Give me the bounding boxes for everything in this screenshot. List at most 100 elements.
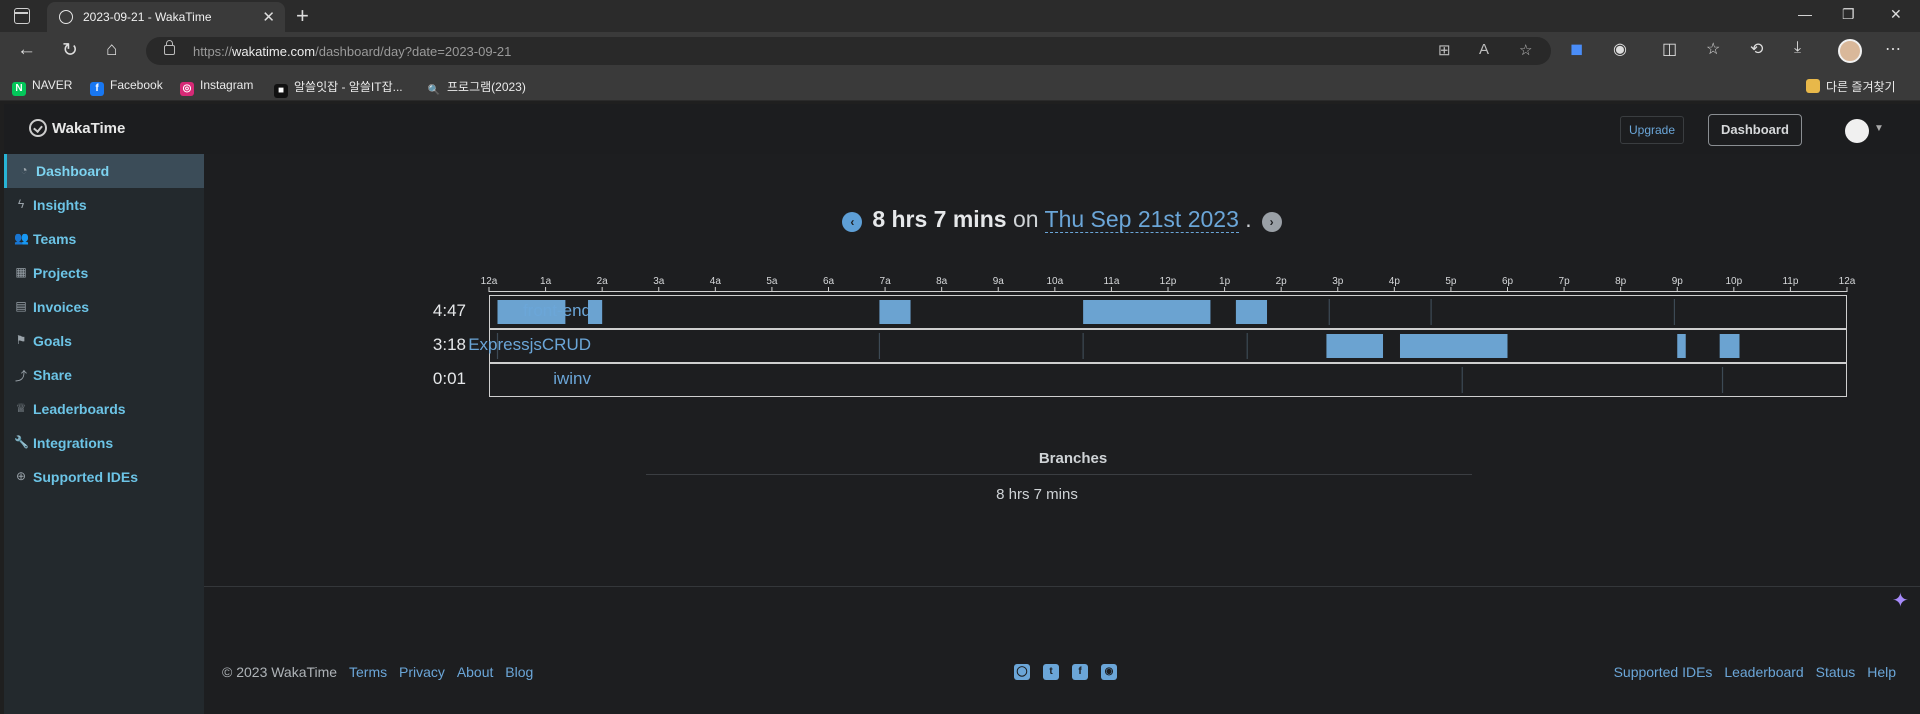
profile-avatar[interactable] [1838, 39, 1862, 63]
split-screen-icon[interactable]: ◫ [1662, 39, 1677, 59]
footer-link-status[interactable]: Status [1816, 664, 1856, 680]
history-icon[interactable]: ⟲ [1750, 39, 1763, 59]
trophy-icon: ♕ [15, 401, 27, 415]
top-navbar: WakaTime Upgrade Dashboard ▼ [4, 104, 1920, 154]
activity-bar [1399, 334, 1508, 358]
timeline-chart: 12a 1a 2a 3a 4a 5a 6a 7a 8a 9a 10a 11a 12p 1p 2p 3p 4p 5p… [481, 276, 1856, 397]
folder-icon [1806, 79, 1820, 93]
project-name-link[interactable]: iwinv [553, 369, 591, 389]
dashboard-button[interactable]: Dashboard [1708, 114, 1802, 146]
sidebar-item-invoices[interactable]: ▤ Invoices [4, 290, 204, 324]
back-icon[interactable]: ← [17, 39, 36, 61]
favorites-icon[interactable]: ☆ [1706, 39, 1720, 59]
footer-right: Supported IDEs Leaderboard Status Help [1606, 664, 1896, 680]
hour-label: 5p [1445, 276, 1457, 287]
footer-link-help[interactable]: Help [1867, 664, 1896, 680]
tab-actions-icon[interactable] [14, 8, 30, 24]
minimize-icon[interactable]: — [1798, 6, 1812, 22]
tab-close-icon[interactable]: ✕ [262, 8, 275, 26]
bookmarks-bar: N NAVER f Facebook ◎ Instagram ■ 알쓸잇잡 - 알쓸IT잡..… [0, 70, 1920, 101]
sparkle-icon[interactable]: ✦ [1892, 588, 1909, 613]
chevron-down-icon[interactable]: ▼ [1874, 123, 1884, 134]
footer-link-about[interactable]: About [457, 664, 494, 680]
lock-icon[interactable] [164, 40, 175, 55]
bookmark-item[interactable]: f Facebook [90, 78, 163, 96]
bookmark-item[interactable]: ■ 알쓸잇잡 - 알쓸IT잡... [274, 78, 403, 98]
sidebar-item-label: Teams [33, 231, 77, 247]
bookmark-label: Facebook [110, 78, 163, 92]
hour-label: 2p [1276, 276, 1288, 287]
other-bookmarks[interactable]: 다른 즐겨찾기 [1806, 78, 1896, 95]
sidebar-item-integrations[interactable]: 🔧 Integrations [4, 426, 204, 460]
browser-tab[interactable]: 2023-09-21 - WakaTime ✕ [47, 2, 285, 32]
more-menu-icon[interactable]: ⋯ [1885, 39, 1901, 59]
hour-label: 3p [1332, 276, 1344, 287]
facebook-icon: f [90, 82, 104, 96]
footer-link-supported-ides[interactable]: Supported IDEs [1614, 664, 1713, 680]
facebook-icon[interactable]: f [1072, 664, 1088, 680]
sidebar-item-label: Supported IDEs [33, 469, 139, 485]
bookmark-item[interactable]: N NAVER [12, 78, 72, 96]
sidebar-item-leaderboards[interactable]: ♕ Leaderboards [4, 392, 204, 426]
activity-bar [879, 300, 911, 324]
wakatime-page: WakaTime Upgrade Dashboard ▼ ◔ Dashboard ϟ… [4, 104, 1920, 714]
file-icon: ▤ [15, 299, 27, 313]
extension-icon[interactable]: ◼ [1570, 39, 1583, 59]
project-name-link[interactable]: ExpressjsCRUD [468, 335, 591, 355]
wakatime-logo-icon[interactable] [29, 119, 47, 137]
footer-link-privacy[interactable]: Privacy [399, 664, 445, 680]
timeline-row-frame [489, 363, 1847, 397]
sidebar-item-label: Goals [33, 333, 72, 349]
sidebar-item-projects[interactable]: ▦ Projects [4, 256, 204, 290]
sidebar-item-goals[interactable]: ⚑ Goals [4, 324, 204, 358]
hour-label: 7p [1559, 276, 1571, 287]
sidebar-item-label: Leaderboards [33, 401, 126, 417]
hour-label: 7a [880, 276, 892, 287]
window-close-icon[interactable]: ✕ [1890, 6, 1902, 23]
home-icon[interactable]: ⌂ [106, 39, 117, 61]
hour-label: 5a [766, 276, 778, 287]
sidebar-item-teams[interactable]: 👥 Teams [4, 222, 204, 256]
sidebar: ◔ Dashboard ϟ Insights 👥 Teams ▦ Projects ▤ Invoi… [4, 154, 204, 714]
bookmark-item[interactable]: ◎ Instagram [180, 78, 253, 96]
other-bookmarks-label: 다른 즐겨찾기 [1826, 80, 1896, 94]
sidebar-item-label: Dashboard [36, 163, 110, 179]
bookmark-label: NAVER [32, 78, 73, 92]
url-text[interactable]: https://wakatime.com/dashboard/day?date=… [193, 44, 511, 59]
footer-link-leaderboard[interactable]: Leaderboard [1724, 664, 1803, 680]
sidebar-item-share[interactable]: ⤴ Share [4, 358, 204, 392]
activity-bar [1235, 300, 1268, 324]
logo-text[interactable]: WakaTime [52, 120, 125, 137]
github-icon[interactable]: ◯ [1014, 664, 1030, 680]
footer-link-blog[interactable]: Blog [505, 664, 533, 680]
project-time: 4:47 [432, 301, 466, 320]
app-available-icon[interactable]: ⊞ [1438, 41, 1451, 59]
share-icon: ⤴ [14, 369, 27, 383]
twitter-icon[interactable]: t [1043, 664, 1059, 680]
sidebar-item-insights[interactable]: ϟ Insights [4, 188, 204, 222]
hour-label: 12a [481, 276, 498, 287]
address-bar[interactable]: https://wakatime.com/dashboard/day?date=… [146, 37, 1551, 65]
users-icon: 👥 [14, 231, 29, 245]
favorite-star-icon[interactable]: ☆ [1519, 41, 1532, 59]
browser-titlebar: 2023-09-21 - WakaTime ✕ + — ❐ ✕ [0, 0, 1920, 32]
sidebar-item-label: Share [33, 367, 72, 383]
reddit-icon[interactable]: ◉ [1101, 664, 1117, 680]
sidebar-item-supported-ides[interactable]: ⊕ Supported IDEs [4, 460, 204, 494]
extension-glasses-icon[interactable]: ◉ [1613, 39, 1627, 59]
sidebar-item-label: Projects [33, 265, 89, 281]
bookmark-item[interactable]: 🔍 프로그램(2023) [427, 78, 526, 98]
download-icon[interactable]: ⤓ [1794, 39, 1801, 57]
upgrade-button[interactable]: Upgrade [1620, 116, 1685, 144]
footer-link-terms[interactable]: Terms [349, 664, 387, 680]
new-tab-icon[interactable]: + [296, 3, 309, 29]
sidebar-item-dashboard[interactable]: ◔ Dashboard [4, 154, 204, 188]
user-avatar[interactable] [1845, 119, 1869, 143]
branches-divider [646, 474, 1472, 475]
refresh-icon[interactable]: ↻ [62, 39, 78, 62]
project-name-link[interactable]: front-end [523, 301, 591, 321]
hour-label: 8p [1615, 276, 1627, 287]
browser-toolbar: ← ↻ ⌂ https://wakatime.com/dashboard/day… [0, 32, 1920, 70]
read-aloud-icon[interactable]: A [1479, 41, 1489, 58]
restore-icon[interactable]: ❐ [1842, 6, 1855, 23]
